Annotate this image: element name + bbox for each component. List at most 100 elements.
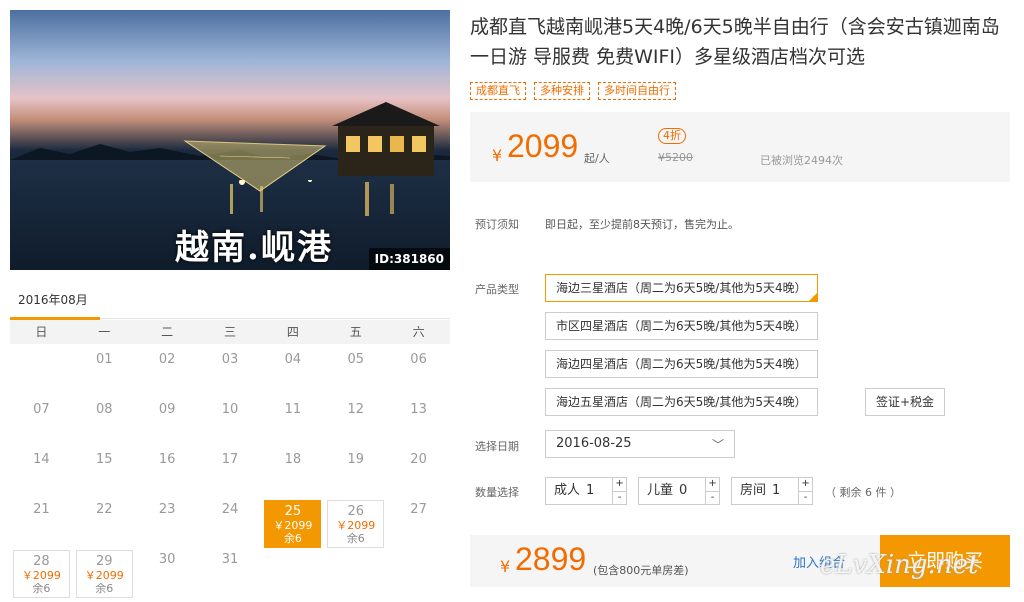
adult-label: 成人	[554, 483, 581, 498]
day-number: 02	[158, 352, 176, 367]
date-select[interactable]: 2016-08-25 ﹀	[545, 430, 735, 458]
day-number: 01	[96, 352, 113, 367]
remaining-stock: （ 剩余 6 件 ）	[825, 486, 901, 499]
total-note: (包含800元单房差)	[593, 564, 689, 577]
calendar-month-tab[interactable]: 2016年08月	[10, 288, 100, 320]
weekday-header: 四	[286, 325, 299, 339]
calendar-days: 01 02 03 04 05 06 07 08 09 10 11 12 13 14 15 16 17 18 19 20…	[10, 350, 450, 600]
plus-icon[interactable]: +	[613, 478, 627, 492]
calendar-day: 06	[387, 350, 450, 400]
option-label: 海边四星酒店（周二为6天5晚/其他为5天4晚）	[556, 357, 807, 371]
calendar-day: 12	[324, 400, 387, 450]
calendar-day: 04	[261, 350, 324, 400]
calendar-day: 14	[10, 450, 73, 500]
day-number: 18	[284, 452, 302, 467]
minus-icon[interactable]: -	[613, 492, 626, 505]
product-hero-image: 越南.岘港 ID:381860	[10, 10, 450, 270]
day-number: 31	[221, 552, 239, 567]
visa-tax-option[interactable]: 签证+税金	[865, 388, 946, 416]
adult-stepper[interactable]: 成人 1 + -	[545, 477, 628, 505]
calendar-day: 03	[199, 350, 262, 400]
product-type-option-3[interactable]: 海边四星酒店（周二为6天5晚/其他为5天4晚）	[545, 350, 818, 378]
calendar-empty-cell	[10, 350, 73, 400]
calendar-day: 18	[261, 450, 324, 500]
check-icon: ✓	[809, 285, 817, 294]
product-type-option-1[interactable]: 海边三星酒店（周二为6天5晚/其他为5天4晚） ✓	[545, 274, 818, 302]
day-remaining: 余6	[346, 532, 365, 545]
option-label: 签证+税金	[876, 395, 935, 409]
product-tag: 多时间自由行	[598, 82, 676, 100]
day-number: 26	[347, 504, 364, 519]
day-number: 22	[96, 502, 113, 517]
day-price: ￥2099	[84, 569, 124, 582]
room-count[interactable]: 1	[772, 478, 798, 504]
calendar-day: 10	[199, 400, 262, 450]
calendar-day: 16	[136, 450, 199, 500]
calendar-day: 27	[387, 500, 450, 550]
day-number: 25	[284, 504, 302, 519]
calendar-day: 05	[324, 350, 387, 400]
day-number: 29	[96, 554, 113, 569]
option-label: 海边五星酒店（周二为6天5晚/其他为5天4晚）	[556, 395, 807, 409]
weekday-header: 二	[161, 325, 174, 339]
adult-count[interactable]: 1	[586, 478, 612, 504]
day-remaining: 余6	[283, 532, 302, 545]
water-reflections	[230, 180, 394, 216]
child-count[interactable]: 0	[679, 478, 705, 504]
weekday-header: 三	[223, 325, 236, 339]
calendar-day: 22	[73, 500, 136, 550]
add-to-combo-link[interactable]: 加入组合	[793, 552, 845, 571]
minus-icon[interactable]: -	[799, 492, 812, 505]
product-id-badge: ID:381860	[368, 248, 450, 270]
calendar-day[interactable]: 29 ￥2099 余6	[75, 550, 133, 598]
calendar-day: 19	[324, 450, 387, 500]
calendar-day: 01	[73, 350, 136, 400]
day-number: 21	[33, 502, 50, 517]
day-number: 28	[33, 554, 50, 569]
day-remaining: 余6	[32, 582, 51, 595]
room-stepper[interactable]: 房间 1 + -	[731, 477, 814, 505]
buy-bar: ¥ 2899 (包含800元单房差) 加入组合 立即购买	[470, 535, 1010, 587]
plus-icon[interactable]: +	[799, 478, 813, 492]
day-number: 07	[33, 402, 50, 417]
day-number: 03	[221, 352, 239, 367]
date-label: 选择日期	[475, 440, 519, 453]
day-number: 16	[158, 452, 176, 467]
calendar-day: 21	[10, 500, 73, 550]
weekday-header: 一	[98, 325, 111, 339]
calendar-day: 15	[73, 450, 136, 500]
child-label: 儿童	[647, 483, 674, 498]
product-type-option-4[interactable]: 海边五星酒店（周二为6天5晚/其他为5天4晚）	[545, 388, 818, 416]
day-number: 24	[221, 502, 239, 517]
day-number: 09	[158, 402, 176, 417]
calendar-day[interactable]: 25 ￥2099 余6	[264, 500, 322, 548]
calendar-day: 02	[136, 350, 199, 400]
weekday-header: 日	[35, 325, 48, 339]
day-number: 06	[410, 352, 427, 367]
plus-icon[interactable]: +	[706, 478, 720, 492]
calendar-day: 23	[136, 500, 199, 550]
calendar-day: 07	[10, 400, 73, 450]
calendar-day[interactable]: 26 ￥2099 余6	[327, 500, 385, 548]
minus-icon[interactable]: -	[706, 492, 719, 505]
option-label: 市区四星酒店（周二为6天5晚/其他为5天4晚）	[556, 319, 807, 333]
day-number: 23	[158, 502, 176, 517]
calendar-day[interactable]: 28 ￥2099 余6	[13, 550, 70, 598]
chevron-down-icon: ﹀	[711, 438, 724, 452]
room-label: 房间	[740, 483, 767, 498]
product-type-label: 产品类型	[475, 283, 519, 296]
date-value: 2016-08-25	[556, 436, 632, 451]
day-number: 13	[410, 402, 427, 417]
day-remaining: 余6	[95, 582, 114, 595]
day-number: 20	[410, 452, 427, 467]
booking-notice-label: 预订须知	[475, 218, 519, 231]
calendar-day: 09	[136, 400, 199, 450]
product-type-option-2[interactable]: 市区四星酒店（周二为6天5晚/其他为5天4晚）	[545, 312, 818, 340]
calendar-day: 31	[199, 550, 262, 600]
riverside-house	[332, 102, 440, 176]
calendar-day: 13	[387, 400, 450, 450]
day-number: 10	[221, 402, 239, 417]
child-stepper[interactable]: 儿童 0 + -	[638, 477, 721, 505]
original-price: ¥5200	[658, 151, 693, 164]
buy-now-button[interactable]: 立即购买	[880, 535, 1010, 587]
